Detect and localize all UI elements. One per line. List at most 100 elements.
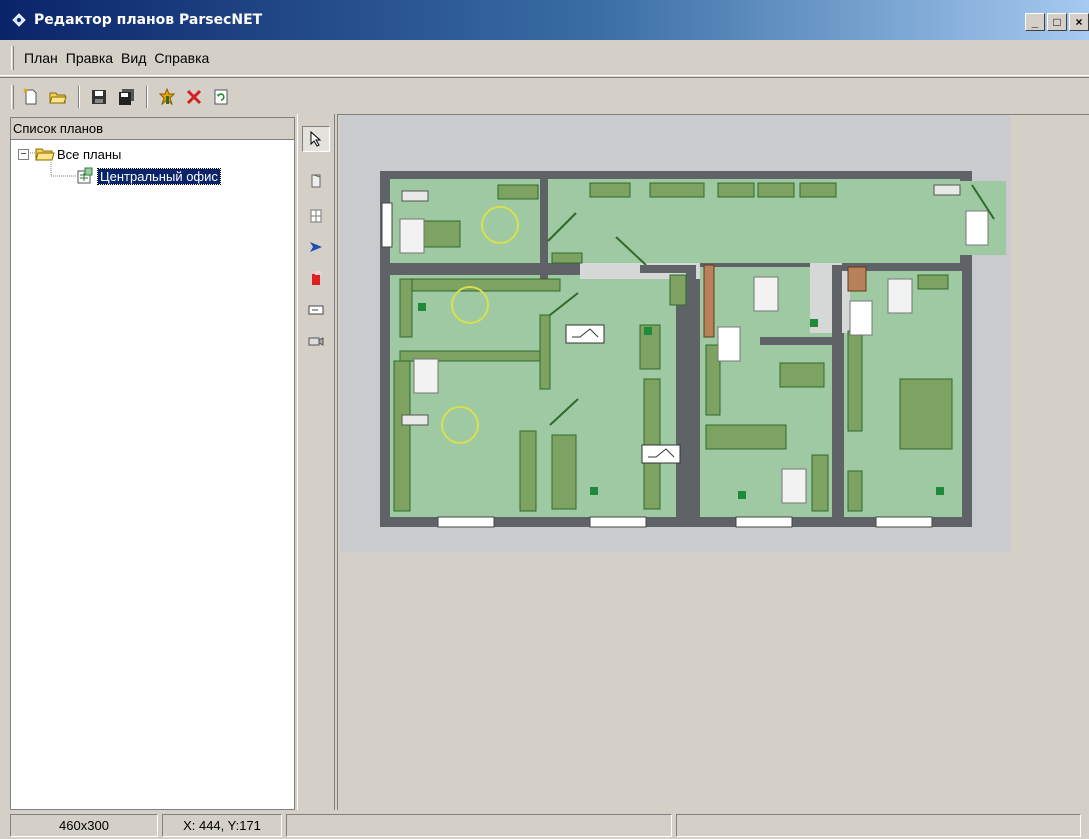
title-bar: Редактор планов ParsecNET _ □ ×	[0, 0, 1089, 40]
door-switch	[565, 324, 605, 344]
tree-collapse-toggle[interactable]: −	[18, 148, 29, 160]
sensor	[936, 487, 944, 495]
wall	[390, 263, 580, 273]
plan-icon	[76, 167, 94, 185]
floor-plan[interactable]	[340, 115, 1010, 552]
pointer-icon[interactable]	[302, 126, 330, 152]
door	[437, 516, 495, 528]
sensor	[644, 327, 652, 335]
status-plan-size: 460x300	[10, 814, 158, 837]
window	[849, 300, 873, 336]
save-all-icon[interactable]	[115, 86, 137, 108]
plan-sheet[interactable]	[340, 115, 1010, 552]
menu-plan[interactable]: План	[20, 50, 62, 66]
door	[735, 516, 793, 528]
desk	[519, 430, 537, 512]
plans-panel: Список планов − Все планы Центральный оф…	[10, 117, 295, 810]
desk	[811, 454, 829, 512]
sensor	[590, 487, 598, 495]
open-folder-icon[interactable]	[47, 86, 69, 108]
menu-bar: План Правка Вид Справка	[0, 40, 1089, 76]
desk	[705, 424, 787, 450]
door	[875, 516, 933, 528]
desk	[847, 330, 863, 432]
window	[717, 326, 741, 362]
menu-edit[interactable]: Правка	[62, 50, 117, 66]
reader-icon[interactable]	[302, 297, 330, 323]
controller	[887, 278, 913, 314]
controller	[781, 468, 807, 504]
plan-properties-icon[interactable]	[156, 86, 178, 108]
camera	[401, 414, 429, 426]
sensor	[418, 303, 426, 311]
sensor	[810, 319, 818, 327]
toolbar-separator	[146, 85, 148, 108]
toolbar-separator	[78, 85, 80, 108]
wall	[760, 337, 836, 345]
red-object-icon[interactable]	[302, 265, 330, 291]
desk	[669, 274, 687, 306]
controller	[399, 218, 425, 254]
folder-open-icon	[35, 146, 55, 162]
status-cell-4	[676, 814, 1081, 837]
window-icon[interactable]	[302, 203, 330, 229]
desk	[847, 470, 863, 512]
window	[965, 210, 989, 246]
desk	[589, 182, 631, 198]
desk	[393, 360, 411, 512]
desk	[551, 434, 577, 510]
desk	[419, 220, 461, 248]
desk	[917, 274, 949, 290]
window-title: Редактор планов ParsecNET	[34, 12, 263, 28]
wall	[832, 265, 842, 527]
new-plan-icon[interactable]	[20, 86, 42, 108]
desk	[779, 362, 825, 388]
door	[381, 202, 393, 248]
menu-help[interactable]: Справка	[150, 50, 213, 66]
marker-icon[interactable]	[302, 234, 330, 260]
desk	[799, 182, 837, 198]
toolbar-grip	[11, 84, 14, 109]
tree-label-all-plans: Все планы	[57, 146, 122, 162]
toolbar	[0, 77, 1089, 115]
delete-icon[interactable]	[183, 86, 205, 108]
menu-grip	[11, 45, 14, 70]
drawing-tools	[297, 114, 335, 810]
status-bar: 460x300 X: 444, Y:171	[0, 812, 1089, 839]
door-icon[interactable]	[302, 168, 330, 194]
desk	[497, 184, 539, 200]
desk	[757, 182, 795, 198]
tree-node-all-plans[interactable]: − Все планы	[18, 145, 123, 163]
desk	[399, 278, 413, 338]
status-cell-3	[286, 814, 672, 837]
camera	[933, 184, 961, 196]
sensor	[738, 491, 746, 499]
wall	[540, 179, 548, 279]
save-icon[interactable]	[88, 86, 110, 108]
tree-node-plan[interactable]: Центральный офис	[76, 167, 221, 185]
status-cursor-coords: X: 444, Y:171	[162, 814, 282, 837]
maximize-button[interactable]: □	[1047, 13, 1067, 31]
controller	[753, 276, 779, 312]
desk	[717, 182, 755, 198]
close-button[interactable]: ×	[1069, 13, 1089, 31]
camera	[401, 190, 429, 202]
desk	[539, 314, 551, 390]
desk	[551, 252, 583, 264]
menu-view[interactable]: Вид	[117, 50, 150, 66]
refresh-icon[interactable]	[210, 86, 232, 108]
wall	[686, 265, 696, 527]
minimize-button[interactable]: _	[1025, 13, 1045, 31]
cabinet	[703, 264, 715, 338]
desk	[649, 182, 705, 198]
plan-canvas[interactable]	[337, 114, 1089, 810]
door-switch	[641, 444, 681, 464]
desk	[643, 378, 661, 510]
tree-label-central-office: Центральный офис	[97, 167, 221, 185]
desk	[899, 378, 953, 450]
door	[589, 516, 647, 528]
cabinet	[847, 266, 867, 292]
controller	[413, 358, 439, 394]
camera-icon[interactable]	[302, 328, 330, 354]
app-icon	[10, 11, 28, 29]
